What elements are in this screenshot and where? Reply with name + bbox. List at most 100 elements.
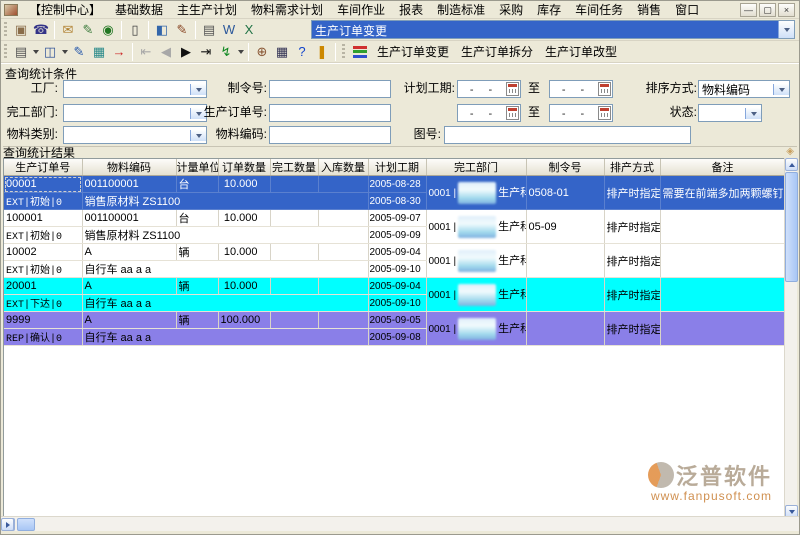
plan-end-from-input[interactable]: - -	[457, 104, 521, 122]
cell-material-code[interactable]: 001100001	[82, 176, 176, 193]
next-record-icon[interactable]: ▶	[176, 43, 196, 61]
exit-icon[interactable]: ❚	[312, 43, 332, 61]
cell-plan-start[interactable]: 2005-09-05	[368, 312, 426, 329]
first-record-icon[interactable]: ⇤	[136, 43, 156, 61]
scroll-right-icon[interactable]	[1, 518, 14, 531]
minimize-button[interactable]: —	[740, 3, 757, 17]
restore-button[interactable]: ▢	[759, 3, 776, 17]
plan-start-to-input[interactable]: - -	[549, 80, 613, 98]
cell-material-code[interactable]: A	[82, 278, 176, 295]
cell-finish-qty[interactable]	[270, 244, 318, 261]
prev-record-icon[interactable]: ◀	[156, 43, 176, 61]
toolbar-grip[interactable]	[4, 22, 7, 38]
calendar-icon[interactable]	[598, 106, 611, 120]
col-stock-qty[interactable]: 入库数量	[318, 159, 368, 176]
cell-order-qty[interactable]: 10.000	[218, 176, 270, 193]
cmd-no-input[interactable]	[269, 80, 391, 98]
cell-order-no[interactable]: 9999	[4, 312, 82, 329]
menu-sales[interactable]: 销售	[630, 0, 668, 19]
cell-material-code[interactable]: A	[82, 244, 176, 261]
calculator-icon[interactable]: ▦	[272, 43, 292, 61]
cell-order-no[interactable]: 10002	[4, 244, 82, 261]
run-icon[interactable]: ↯	[216, 43, 236, 61]
globe-icon[interactable]: ◉	[98, 21, 118, 39]
cell-finish-qty[interactable]	[270, 210, 318, 227]
camera-icon[interactable]: ▣	[11, 21, 31, 39]
cell-order-no[interactable]: 00001	[4, 176, 82, 193]
cell-status[interactable]: EXT|初始|0	[4, 193, 82, 210]
cell-stock-qty[interactable]	[318, 312, 368, 329]
factory-combo[interactable]	[63, 80, 207, 98]
sort-combo[interactable]: 物料编码	[698, 80, 790, 98]
cell-finish-qty[interactable]	[270, 176, 318, 193]
menu-shopfloor[interactable]: 车间作业	[330, 0, 392, 19]
table-row[interactable]: 100001 001100001 台 10.000 2005-09-07 000…	[4, 210, 785, 227]
table-row[interactable]: 00001 001100001 台 10.000 2005-08-28 0001…	[4, 176, 785, 193]
table-row[interactable]: 9999 A 辆 100.000 2005-09-05 0001 |生产科 排产…	[4, 312, 785, 329]
cell-remark[interactable]	[660, 244, 785, 278]
cell-order-qty[interactable]: 10.000	[218, 278, 270, 295]
cell-cmd-no[interactable]	[526, 244, 604, 278]
menu-control-center[interactable]: 【控制中心】	[22, 0, 108, 19]
cell-plan-end[interactable]: 2005-09-09	[368, 227, 426, 244]
cell-dept[interactable]: 0001 |生产科	[426, 176, 526, 210]
cell-material-name[interactable]: 自行车 aa a a	[82, 329, 368, 346]
status-combo[interactable]	[698, 104, 762, 122]
cell-unit[interactable]: 台	[176, 176, 218, 193]
cell-dept[interactable]: 0001 |生产科	[426, 244, 526, 278]
cell-plan-start[interactable]: 2005-08-28	[368, 176, 426, 193]
plan-start-from-input[interactable]: - -	[457, 80, 521, 98]
vertical-scrollbar[interactable]	[784, 158, 797, 518]
cell-stock-qty[interactable]	[318, 278, 368, 295]
order-no-input[interactable]	[269, 104, 391, 122]
calendar-icon[interactable]	[598, 82, 611, 96]
menu-shop-task[interactable]: 车间任务	[568, 0, 630, 19]
menu-mrp[interactable]: 物料需求计划	[244, 0, 330, 19]
col-remark[interactable]: 备注	[660, 159, 785, 176]
print-preview-icon[interactable]: ◫	[40, 43, 60, 61]
cell-remark[interactable]	[660, 210, 785, 244]
order-retype-button[interactable]: 生产订单改型	[539, 42, 623, 61]
cell-dept[interactable]: 0001 |生产科	[426, 278, 526, 312]
cell-status[interactable]: EXT|初始|0	[4, 261, 82, 278]
cell-remark[interactable]: 需要在前端多加两颗螺钉	[660, 176, 785, 210]
dropdown-caret[interactable]	[31, 43, 40, 61]
cell-cmd-no[interactable]	[526, 312, 604, 346]
order-split-button[interactable]: 生产订单拆分	[455, 42, 539, 61]
cell-finish-qty[interactable]	[270, 278, 318, 295]
calendar-icon[interactable]	[506, 106, 519, 120]
col-plan-period[interactable]: 计划工期	[368, 159, 426, 176]
tools-icon[interactable]: ⊕	[252, 43, 272, 61]
col-dept[interactable]: 完工部门	[426, 159, 526, 176]
cell-schedule[interactable]: 排产时指定	[604, 278, 660, 312]
vertical-scroll-thumb[interactable]	[785, 172, 798, 282]
col-order-no[interactable]: 生产订单号	[4, 159, 82, 176]
horizontal-scroll-thumb[interactable]	[17, 518, 35, 531]
cell-cmd-no[interactable]: 0508-01	[526, 176, 604, 210]
export-icon[interactable]: →	[109, 43, 129, 61]
cell-material-code[interactable]: 001100001	[82, 210, 176, 227]
toolbar-grip[interactable]	[4, 44, 7, 60]
scroll-up-icon[interactable]	[785, 158, 798, 171]
image-icon[interactable]: ▦	[89, 43, 109, 61]
word-icon[interactable]: W	[219, 21, 239, 39]
cell-order-qty[interactable]: 10.000	[218, 244, 270, 261]
cell-remark[interactable]	[660, 312, 785, 346]
cell-plan-end[interactable]: 2005-09-10	[368, 261, 426, 278]
cell-material-name[interactable]: 自行车 aa a a	[82, 295, 368, 312]
drawing-input[interactable]	[444, 126, 691, 144]
col-finish-qty[interactable]: 完工数量	[270, 159, 318, 176]
last-record-icon[interactable]: ⇥	[196, 43, 216, 61]
print-doc-icon[interactable]: ▤	[199, 21, 219, 39]
edit-icon[interactable]: ✎	[69, 43, 89, 61]
table-row[interactable]: 10002 A 辆 10.000 2005-09-04 0001 |生产科 排产…	[4, 244, 785, 261]
cell-unit[interactable]: 辆	[176, 278, 218, 295]
cell-status[interactable]: EXT|初始|0	[4, 227, 82, 244]
menu-inventory[interactable]: 库存	[530, 0, 568, 19]
menu-base-data[interactable]: 基础数据	[108, 0, 170, 19]
print-icon[interactable]: ▤	[11, 43, 31, 61]
cell-status[interactable]: EXT|下达|0	[4, 295, 82, 312]
monitor-icon[interactable]: ◧	[152, 21, 172, 39]
cell-cmd-no[interactable]: 05-09	[526, 210, 604, 244]
cell-order-qty[interactable]: 10.000	[218, 210, 270, 227]
